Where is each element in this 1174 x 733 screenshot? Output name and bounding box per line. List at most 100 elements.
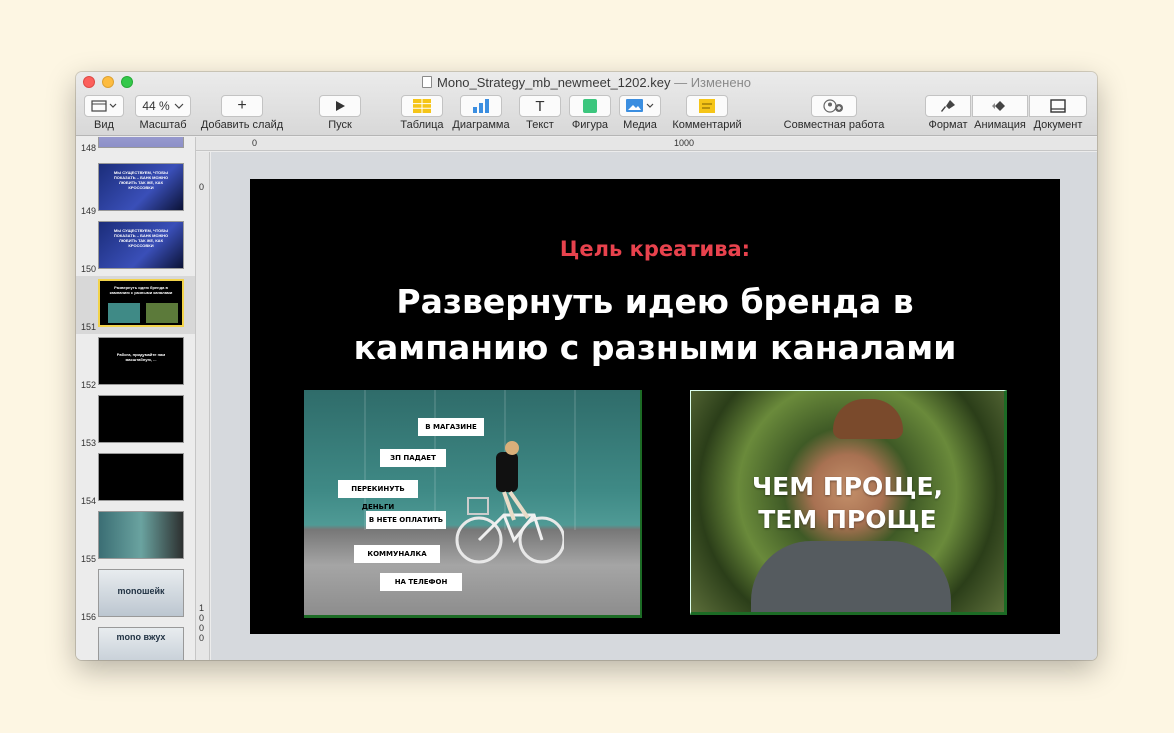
view-button[interactable] (84, 95, 124, 117)
play-tool[interactable]: Пуск (318, 95, 362, 131)
slide-number: 150 (80, 264, 96, 274)
slide-preview-text: МЫ СУЩЕСТВУЕМ, ЧТОБЫ ПОКАЗАТЬ – БАНК МОЖ… (113, 170, 169, 190)
shape-icon (583, 99, 597, 113)
slide-preview (98, 137, 184, 148)
window-title: Mono_Strategy_mb_newmeet_1202.key — Изме… (76, 75, 1097, 90)
slide-preview-photo (146, 303, 178, 323)
slide-preview-text: Развернуть идею бренда в кампанию с разн… (109, 285, 173, 295)
overlay-line: ТЕМ ПРОЩЕ (758, 505, 937, 534)
play-icon (336, 101, 345, 111)
chart-tool[interactable]: Диаграмма (452, 95, 510, 131)
slide-number: 156 (80, 612, 96, 622)
horizontal-ruler[interactable]: 0 1000 (196, 137, 1097, 151)
feature-chip: В МАГАЗИНЕ (418, 418, 484, 436)
slide-preview-photo (108, 303, 140, 323)
shape-button[interactable] (569, 95, 611, 117)
slide-thumbnail-157[interactable]: mono вжух (76, 624, 195, 660)
feature-chip: КОММУНАЛКА (354, 545, 440, 563)
slide-canvas[interactable]: Цель креатива: Развернуть идею бренда в … (211, 152, 1097, 660)
slide-title[interactable]: Развернуть идею бренда в кампанию с разн… (250, 279, 1060, 371)
add-slide-tool[interactable]: + Добавить слайд (198, 95, 286, 131)
photo-detail (751, 541, 951, 612)
slide-number: 148 (80, 143, 96, 153)
slide-preview: МЫ СУЩЕСТВУЕМ, ЧТОБЫ ПОКАЗАТЬ – БАНК МОЖ… (98, 221, 184, 269)
text-button[interactable]: T (519, 95, 561, 117)
format-tool[interactable]: Формат (924, 95, 972, 131)
media-tool[interactable]: Медиа (618, 95, 662, 131)
comment-tool[interactable]: Комментарий (670, 95, 744, 131)
photo-icon (626, 99, 654, 112)
titlebar: Mono_Strategy_mb_newmeet_1202.key — Изме… (76, 72, 1097, 136)
document-tool[interactable]: Документ (1028, 95, 1088, 131)
text-icon: T (535, 97, 545, 115)
zoom-tool[interactable]: 44 % Масштаб (132, 95, 194, 131)
table-label: Таблица (400, 119, 444, 131)
document-panel-icon (1050, 99, 1066, 113)
slide-thumbnail-153[interactable]: 153 (76, 392, 195, 450)
view-tool[interactable]: Вид (82, 95, 126, 131)
slide-thumbnail-150[interactable]: МЫ СУЩЕСТВУЕМ, ЧТОБЫ ПОКАЗАТЬ – БАНК МОЖ… (76, 218, 195, 276)
collaborate-button[interactable] (811, 95, 857, 117)
document-button[interactable] (1029, 95, 1087, 117)
feature-chip: ЗП ПАДАЕТ (380, 449, 446, 467)
format-button[interactable] (925, 95, 971, 117)
table-tool[interactable]: Таблица (398, 95, 446, 131)
text-label: Текст (526, 119, 554, 131)
photo-detail (833, 399, 903, 439)
slide-preview: Развернуть идею бренда в кампанию с разн… (98, 279, 184, 327)
slide-subtitle[interactable]: Цель креатива: (250, 237, 1060, 261)
text-tool[interactable]: T Текст (518, 95, 562, 131)
add-slide-button[interactable]: + (221, 95, 263, 117)
media-button[interactable] (619, 95, 661, 117)
table-button[interactable] (401, 95, 443, 117)
shape-tool[interactable]: Фигура (568, 95, 612, 131)
format-label: Формат (928, 119, 968, 131)
add-slide-label: Добавить слайд (200, 119, 284, 131)
sidebar-layout-icon (91, 100, 117, 112)
slide-thumbnail-155[interactable]: 155 (76, 508, 195, 566)
document-label: Документ (1033, 119, 1083, 131)
comment-icon (699, 99, 715, 113)
feature-chip: НА ТЕЛЕФОН (380, 573, 462, 591)
collaborate-tool[interactable]: Совместная работа (780, 95, 888, 131)
slide-thumbnail-149[interactable]: МЫ СУЩЕСТВУЕМ, ЧТОБЫ ПОКАЗАТЬ – БАНК МОЖ… (76, 160, 195, 218)
slide-thumbnail-156[interactable]: monoшейк 156 (76, 566, 195, 624)
shape-label: Фигура (571, 119, 609, 131)
slide-preview-text: МЫ СУЩЕСТВУЕМ, ЧТОБЫ ПОКАЗАТЬ – БАНК МОЖ… (113, 228, 169, 248)
zoom-label: Масштаб (139, 119, 187, 131)
animate-button[interactable] (972, 95, 1028, 117)
ruler-mark: 0 (252, 138, 258, 148)
document-icon (422, 76, 433, 88)
comment-button[interactable] (686, 95, 728, 117)
zoom-select[interactable]: 44 % (135, 95, 191, 117)
slide-thumbnail-154[interactable]: 154 (76, 450, 195, 508)
slide-thumbnail-151-selected[interactable]: Развернуть идею бренда в кампанию с разн… (76, 276, 195, 334)
slide-number: 154 (80, 496, 96, 506)
animate-tool[interactable]: Анимация (972, 95, 1028, 131)
keynote-window: Mono_Strategy_mb_newmeet_1202.key — Изме… (76, 72, 1097, 660)
current-slide[interactable]: Цель креатива: Развернуть идею бренда в … (250, 179, 1060, 634)
play-button[interactable] (319, 95, 361, 117)
slide-preview-text: mono вжух (116, 632, 166, 642)
photo-overlay-text: ЧЕМ ПРОЩЕ, ТЕМ ПРОЩЕ (691, 470, 1004, 536)
animate-label: Анимация (974, 119, 1026, 131)
collaborate-icon (823, 99, 843, 113)
slide-preview: mono вжух (98, 627, 184, 660)
chart-button[interactable] (460, 95, 502, 117)
slide-navigator[interactable]: 148 МЫ СУЩЕСТВУЕМ, ЧТОБЫ ПОКАЗАТЬ – БАНК… (76, 137, 196, 660)
slide-preview (98, 511, 184, 559)
play-label: Пуск (328, 119, 352, 131)
comment-label: Комментарий (672, 119, 742, 131)
slide-number: 153 (80, 438, 96, 448)
vertical-ruler[interactable]: 0 1 0 0 0 (196, 152, 210, 660)
view-label: Вид (94, 119, 114, 131)
document-name: Mono_Strategy_mb_newmeet_1202.key (437, 75, 671, 90)
slide-title-line: кампанию с разными каналами (353, 328, 957, 367)
slide-thumbnail-152[interactable]: Рабога, придумайте нам масштабную, ... 1… (76, 334, 195, 392)
feature-chip: В НЕТЕ ОПЛАТИТЬ (366, 511, 446, 529)
slide-thumbnail-148[interactable]: 148 (76, 137, 195, 155)
slide-preview (98, 395, 184, 443)
portrait-photo[interactable]: ЧЕМ ПРОЩЕ, ТЕМ ПРОЩЕ (690, 390, 1007, 615)
ruler-mark: 0 (199, 613, 205, 623)
cyclist-photo[interactable]: В МАГАЗИНЕ ЗП ПАДАЕТ ПЕРЕКИНУТЬ ДЕНЬГИ В… (304, 390, 642, 618)
